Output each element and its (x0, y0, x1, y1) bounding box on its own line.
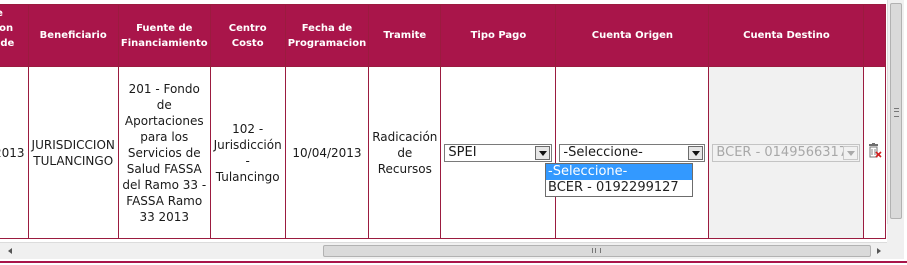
vertical-scroll-thumb[interactable] (890, 3, 902, 219)
column-header-fuente: Fuente de Financiamiento (117, 4, 211, 67)
divider (0, 261, 907, 263)
column-header-cuenta-destino: Cuenta Destino (708, 4, 865, 67)
column-header-tramite: Tramite (368, 4, 442, 67)
chevron-down-icon (843, 145, 859, 160)
scroll-left-arrow-icon[interactable] (8, 248, 12, 254)
cuenta-origen-value: -Seleccione- (563, 144, 643, 160)
cuenta-destino-value: BCER - 0149566317 (716, 144, 848, 160)
horizontal-scroll-thumb[interactable] (323, 245, 871, 257)
trash-delete-icon[interactable] (867, 142, 882, 159)
scrollbar-corner (887, 224, 904, 259)
scroll-right-arrow-icon[interactable] (877, 248, 881, 254)
column-header-fecha: Fecha de Programacion (284, 4, 370, 67)
column-header-actions (863, 4, 887, 67)
cell-first: 2013 (0, 66, 29, 239)
cuenta-destino-select: BCER - 0149566317 (712, 143, 861, 162)
vertical-scrollbar[interactable] (887, 0, 904, 224)
grip-icon (894, 108, 899, 117)
cell-centro-costo: 102 - Jurisdicción - Tulancingo (209, 66, 286, 239)
column-header-tipo-pago: Tipo Pago (440, 4, 557, 67)
tipo-pago-value: SPEI (448, 144, 477, 160)
grip-icon (592, 248, 601, 253)
grid-viewport: de acion en de o Beneficiario Fuente de … (0, 0, 887, 242)
dropdown-option[interactable]: -Seleccione- (546, 164, 692, 180)
cuenta-origen-select[interactable]: -Seleccione- (559, 143, 706, 162)
horizontal-scrollbar[interactable] (0, 242, 887, 259)
cuenta-origen-dropdown-list: -Seleccione- BCER - 0192299127 (545, 163, 693, 197)
header-row: de acion en de o Beneficiario Fuente de … (0, 4, 887, 67)
chevron-down-icon[interactable] (535, 145, 551, 160)
cell-cuenta-origen: -Seleccione- (555, 66, 710, 239)
column-header-beneficiario: Beneficiario (27, 4, 119, 67)
column-header-cuenta-origen: Cuenta Origen (555, 4, 710, 67)
cell-tipo-pago: SPEI (440, 66, 557, 239)
cell-fecha: 10/04/2013 (284, 66, 370, 239)
tipo-pago-select[interactable]: SPEI (444, 143, 553, 162)
cell-actions (863, 66, 887, 239)
chevron-down-icon[interactable] (688, 145, 704, 160)
cell-tramite: Radicación de Recursos (368, 66, 442, 239)
dropdown-option[interactable]: BCER - 0192299127 (546, 180, 692, 196)
payments-table: de acion en de o Beneficiario Fuente de … (0, 4, 887, 239)
cell-beneficiario: JURISDICCION TULANCINGO (27, 66, 119, 239)
column-header-first: de acion en de o (0, 4, 29, 67)
cell-cuenta-destino: BCER - 0149566317 (708, 66, 865, 239)
table-row: 2013 JURISDICCION TULANCINGO 201 - Fondo… (0, 66, 887, 239)
column-header-centro-costo: Centro Costo (209, 4, 286, 67)
cell-fuente: 201 - Fondo de Aportaciones para los Ser… (117, 66, 211, 239)
